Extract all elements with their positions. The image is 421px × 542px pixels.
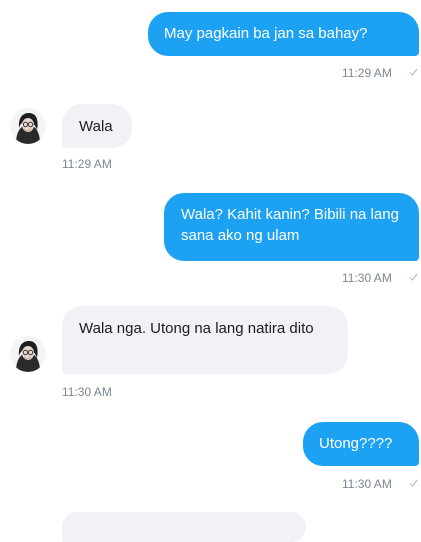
message-bubble-outgoing[interactable]: Utong???? <box>303 422 419 466</box>
conversation-view: May pagkain ba jan sa bahay? 11:29 AM Wa… <box>0 0 421 542</box>
checkmark-icon <box>409 479 418 487</box>
message-bubble-outgoing[interactable]: Wala? Kahit kanin? Bibili na lang sana a… <box>164 193 419 261</box>
message-timestamp: 11:30 AM <box>342 271 392 285</box>
message-text: Wala <box>79 118 113 135</box>
message-text: Wala? Kahit kanin? Bibili na lang sana a… <box>181 206 399 244</box>
checkmark-icon <box>409 273 418 281</box>
message-timestamp: 11:30 AM <box>342 477 392 491</box>
message-timestamp: 11:29 AM <box>342 66 392 80</box>
avatar[interactable] <box>10 108 46 144</box>
message-text: Wala nga. Utong na lang natira dito <box>79 320 314 337</box>
checkmark-icon <box>409 68 418 76</box>
message-bubble-incoming[interactable]: Wala <box>62 104 132 148</box>
avatar-icon <box>10 108 46 144</box>
message-timestamp: 11:29 AM <box>62 157 112 171</box>
message-text: Utong???? <box>319 435 393 452</box>
avatar-icon <box>10 336 46 372</box>
avatar[interactable] <box>10 336 46 372</box>
message-text: May pagkain ba jan sa bahay? <box>164 25 368 42</box>
message-timestamp: 11:30 AM <box>62 385 112 399</box>
message-bubble-incoming-partial[interactable] <box>62 512 306 542</box>
message-bubble-incoming[interactable]: Wala nga. Utong na lang natira dito <box>62 306 348 374</box>
message-bubble-outgoing[interactable]: May pagkain ba jan sa bahay? <box>148 12 419 56</box>
